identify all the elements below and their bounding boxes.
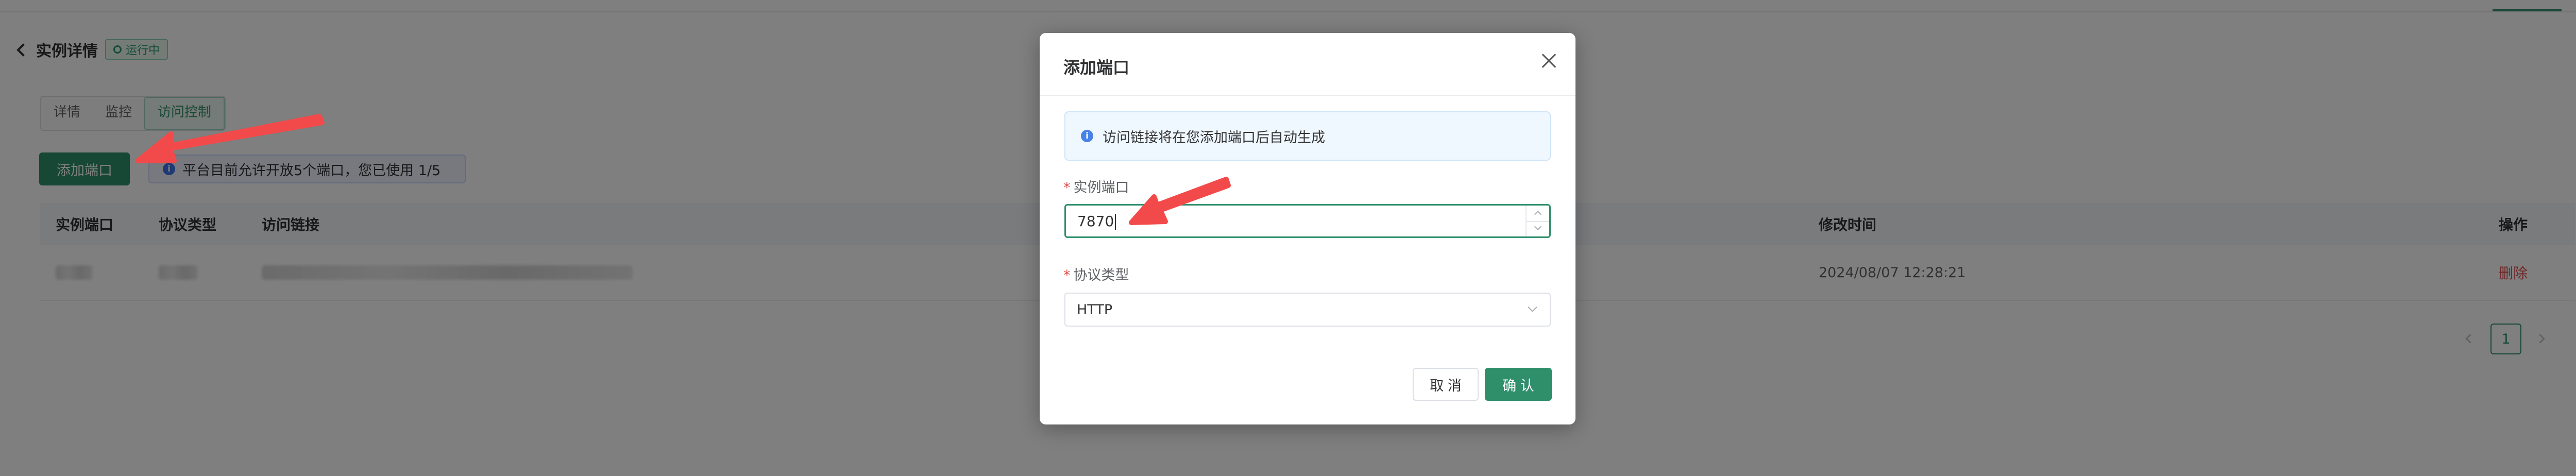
dialog-title: 添加端口 (1063, 58, 1130, 77)
cancel-button[interactable]: 取 消 (1413, 368, 1479, 401)
close-icon[interactable] (1538, 50, 1559, 71)
port-value-text: 7870 (1077, 213, 1114, 230)
dialog-info-alert: i 访问链接将在您添加端口后自动生成 (1064, 111, 1551, 161)
info-icon: i (1081, 130, 1093, 142)
port-field-label: * 实例端口 (1063, 176, 1129, 196)
increment-icon[interactable] (1527, 206, 1549, 222)
port-input-value[interactable]: 7870 (1077, 213, 1116, 230)
port-label-text: 实例端口 (1073, 180, 1129, 196)
protocol-select[interactable]: HTTP (1064, 293, 1551, 327)
chevron-down-icon (1529, 304, 1536, 311)
port-number-input[interactable]: 7870 (1064, 204, 1551, 238)
protocol-label-text: 协议类型 (1073, 267, 1129, 283)
add-port-dialog: 添加端口 i 访问链接将在您添加端口后自动生成 * 实例端口 7870 * 协议类型… (1040, 33, 1575, 424)
required-mark: * (1063, 267, 1071, 283)
protocol-field-label: * 协议类型 (1063, 264, 1129, 284)
confirm-button[interactable]: 确 认 (1485, 368, 1552, 401)
protocol-select-value: HTTP (1077, 302, 1113, 318)
dialog-divider (1040, 95, 1575, 96)
text-caret (1115, 214, 1116, 230)
required-mark: * (1063, 180, 1071, 196)
dialog-alert-text: 访问链接将在您添加端口后自动生成 (1103, 129, 1325, 146)
port-stepper (1526, 206, 1549, 236)
decrement-icon[interactable] (1527, 221, 1549, 236)
